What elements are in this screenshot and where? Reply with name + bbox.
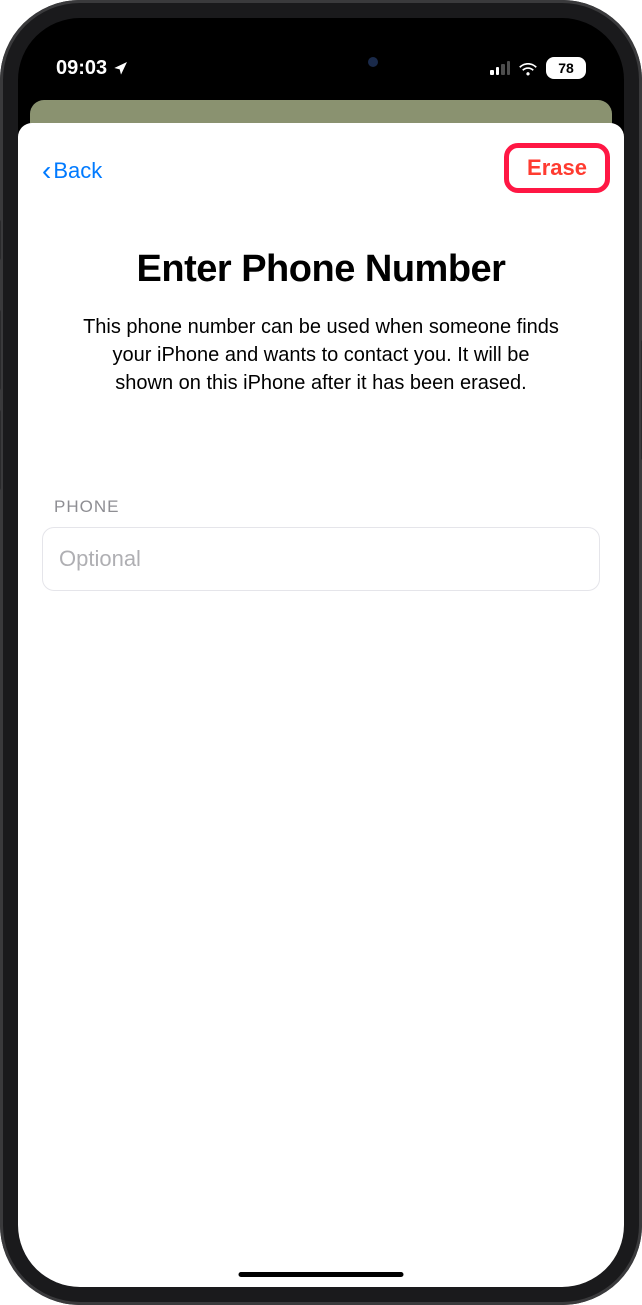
phone-field-label: PHONE [54, 497, 600, 517]
silent-switch [0, 220, 1, 260]
phone-device-frame: 09:03 78 [0, 0, 642, 1305]
back-button[interactable]: ‹ Back [42, 155, 102, 187]
front-camera-icon [368, 57, 378, 67]
phone-input[interactable] [42, 527, 600, 591]
page-description: This phone number can be used when someo… [42, 313, 600, 397]
home-indicator[interactable] [239, 1272, 404, 1277]
phone-screen: 09:03 78 [18, 18, 624, 1287]
erase-button[interactable]: Erase [519, 153, 595, 183]
battery-level: 78 [558, 60, 574, 76]
back-label: Back [53, 158, 102, 184]
wifi-icon [518, 60, 538, 76]
location-icon [113, 60, 129, 76]
cellular-signal-icon [490, 61, 510, 75]
battery-indicator: 78 [546, 57, 586, 79]
status-bar-left: 09:03 [56, 57, 129, 80]
page-title: Enter Phone Number [42, 248, 600, 291]
navigation-bar: ‹ Back Erase [42, 148, 600, 193]
modal-sheet: ‹ Back Erase Enter Phone Number This pho… [18, 123, 624, 1287]
volume-down-button [0, 410, 1, 490]
erase-button-highlight: Erase [504, 143, 610, 193]
status-time: 09:03 [56, 57, 107, 80]
chevron-left-icon: ‹ [42, 155, 51, 187]
status-bar-right: 78 [490, 57, 586, 79]
volume-up-button [0, 310, 1, 390]
dynamic-island [246, 42, 396, 82]
